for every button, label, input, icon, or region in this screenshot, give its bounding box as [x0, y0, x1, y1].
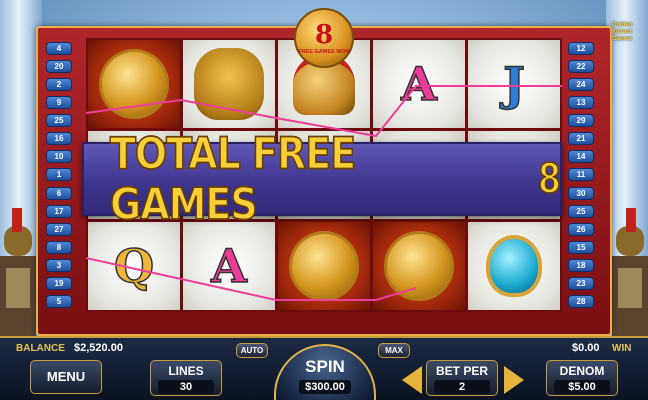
payline-chip-right: 11	[568, 168, 594, 182]
payline-chip-right: 15	[568, 240, 594, 254]
payline-chip-left: 10	[46, 150, 72, 164]
brand-line-3: Games	[611, 35, 632, 42]
payline-indicators-left: 4 20 2 9 25 16 10 1 6 17 27 8 3 19 5	[46, 42, 72, 308]
payline-chip-left: 27	[46, 222, 72, 236]
gold-coin-icon	[99, 49, 169, 119]
menu-button[interactable]: MENU	[30, 360, 102, 394]
lines-button[interactable]: LINES 30	[150, 360, 222, 396]
bet-decrease-arrow-icon[interactable]	[402, 366, 422, 394]
denom-label: DENOM	[559, 364, 605, 378]
payline-chip-right: 28	[568, 294, 594, 308]
bet-per-value: 2	[434, 380, 490, 394]
brand-line-1: Golden	[611, 22, 633, 28]
spartan-warrior-right-icon	[612, 208, 648, 338]
reel-symbol: A	[183, 222, 275, 310]
bet-per-label: BET PER	[435, 364, 488, 378]
banner-title: TOTAL FREE GAMES	[109, 128, 357, 231]
payline-chip-right: 14	[568, 150, 594, 164]
payline-chip-right: 18	[568, 258, 594, 272]
gold-coin-icon	[384, 231, 454, 301]
bet-per-button[interactable]: BET PER 2	[426, 360, 498, 396]
payline-chip-left: 8	[46, 240, 72, 254]
payline-chip-left: 20	[46, 60, 72, 74]
lion-mask-icon	[194, 48, 264, 120]
reel-symbol: Q	[88, 222, 180, 310]
banner-count: 8	[538, 153, 561, 203]
auto-button[interactable]: AUTO	[236, 343, 268, 358]
payline-chip-left: 9	[46, 96, 72, 110]
free-games-won-medallion: 8 FREE GAMES WON	[294, 8, 354, 68]
payline-chip-right: 29	[568, 114, 594, 128]
balance-label: BALANCE	[16, 343, 65, 354]
lines-label: LINES	[168, 364, 204, 378]
payline-chip-left: 25	[46, 114, 72, 128]
payline-chip-right: 25	[568, 204, 594, 218]
brand-logo: Golden Instant Games	[602, 22, 642, 43]
denomination-button[interactable]: DENOM $5.00	[546, 360, 618, 396]
reel-symbol: A	[373, 40, 465, 128]
payline-chip-left: 2	[46, 78, 72, 92]
payline-indicators-right: 12 22 24 13 29 21 14 11 30 25 26 15 18 23 28	[568, 42, 594, 308]
payline-chip-right: 13	[568, 96, 594, 110]
letter-symbol: Q	[113, 239, 155, 293]
denom-value: $5.00	[554, 380, 610, 394]
payline-chip-left: 19	[46, 276, 72, 290]
gold-coin-icon	[289, 231, 359, 301]
payline-chip-left: 17	[46, 204, 72, 218]
payline-chip-right: 26	[568, 222, 594, 236]
lines-value: 30	[158, 380, 214, 394]
max-bet-button[interactable]: MAX	[378, 343, 410, 358]
spartan-warrior-left-icon	[0, 208, 36, 338]
reel-symbol	[278, 222, 370, 310]
payline-chip-right: 24	[568, 78, 594, 92]
payline-chip-left: 16	[46, 132, 72, 146]
win-value: $0.00	[572, 342, 600, 354]
letter-symbol: J	[502, 57, 525, 111]
spin-label: SPIN	[305, 357, 345, 376]
free-games-won-count: 8	[314, 19, 334, 50]
payline-chip-right: 30	[568, 186, 594, 200]
reel-symbol: J	[468, 40, 560, 128]
reel-symbol	[468, 222, 560, 310]
payline-chip-right: 21	[568, 132, 594, 146]
letter-symbol: A	[210, 239, 247, 293]
payline-chip-right: 22	[568, 60, 594, 74]
jeweled-amulet-icon	[486, 235, 542, 297]
payline-chip-left: 6	[46, 186, 72, 200]
reel-symbol	[183, 40, 275, 128]
payline-chip-left: 3	[46, 258, 72, 272]
letter-symbol: A	[400, 57, 437, 111]
payline-chip-left: 4	[46, 42, 72, 55]
reel-symbol	[88, 40, 180, 128]
total-free-games-banner: TOTAL FREE GAMES 8	[82, 128, 562, 230]
payline-chip-right: 23	[568, 276, 594, 290]
free-games-won-label: FREE GAMES WON	[298, 48, 350, 55]
payline-chip-left: 5	[46, 294, 72, 308]
payline-chip-right: 12	[568, 42, 594, 55]
payline-chip-left: 1	[46, 168, 72, 182]
win-label: WIN	[612, 343, 632, 354]
brand-line-2: Instant	[612, 28, 632, 35]
spin-bet-value: $300.00	[299, 380, 351, 394]
balance-value: $2,520.00	[74, 342, 123, 354]
reel-symbol	[373, 222, 465, 310]
bet-increase-arrow-icon[interactable]	[504, 366, 524, 394]
